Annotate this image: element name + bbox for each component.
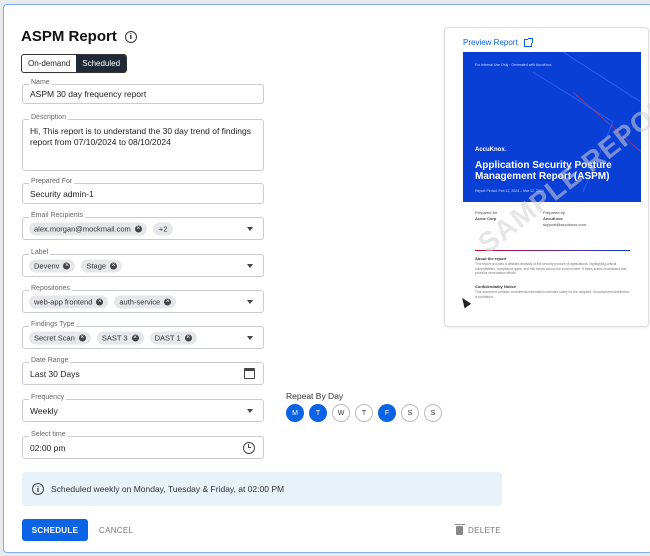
section-heading: Confidentiality Notice	[475, 284, 517, 289]
repository-chip: auth-service ✕	[114, 295, 177, 308]
cover-brand: AccuKnox.	[475, 147, 507, 153]
repository-chip-text: web-app frontend	[34, 297, 93, 306]
name-field[interactable]: Name ASPM 30 day frequency report	[22, 79, 264, 104]
page-title-text: ASPM Report	[21, 28, 117, 45]
prepared-for-field[interactable]: Prepared For Security admin-1	[22, 178, 264, 204]
name-label: Name	[29, 79, 52, 86]
chevron-down-icon[interactable]	[247, 299, 253, 304]
chip-remove-icon[interactable]: ✕	[164, 298, 172, 305]
email-recipients-label: Email Recipients	[29, 212, 86, 219]
findings-chip: Secret Scan ✕	[29, 331, 91, 344]
cancel-button[interactable]: CANCEL	[99, 519, 133, 541]
date-range-field[interactable]: Date Range Last 30 Days	[22, 357, 264, 385]
description-label: Description	[29, 114, 69, 121]
tab-on-demand[interactable]: On-demand	[22, 55, 76, 72]
day-sunday[interactable]: S	[424, 404, 442, 422]
frequency-value: Weekly	[30, 405, 58, 416]
more-recipients-chip[interactable]: +2	[152, 222, 174, 235]
day-picker: M T W T F S S	[286, 404, 442, 422]
prepared-for-label: Prepared For	[29, 178, 75, 185]
day-tuesday[interactable]: T	[309, 404, 327, 422]
trash-icon	[454, 523, 465, 535]
label-chips: Devenv ✕ Stage ✕	[29, 259, 123, 272]
chip-remove-icon[interactable]: ✕	[78, 334, 86, 341]
clock-icon[interactable]	[243, 441, 255, 454]
frequency-select[interactable]: Frequency Weekly	[22, 394, 264, 422]
findings-type-select[interactable]: Findings Type Secret Scan ✕ SAST 3 ✕ DAST …	[22, 321, 264, 349]
page-title: ASPM Report i	[21, 28, 137, 45]
chip-remove-icon[interactable]: ✕	[63, 262, 71, 269]
schedule-summary-banner: i Scheduled weekly on Monday, Tuesday & …	[22, 472, 502, 506]
repeat-by-day-label: Repeat By Day	[286, 391, 344, 401]
findings-type-label: Findings Type	[29, 321, 77, 328]
chip-remove-icon[interactable]: ✕	[110, 262, 118, 269]
select-time-field[interactable]: Select time 02:00 pm	[22, 431, 264, 459]
chevron-down-icon[interactable]	[247, 263, 253, 268]
label-chip: Devenv ✕	[29, 259, 76, 272]
meta-email: support@accuknox.com	[543, 222, 586, 227]
repository-chips: web-app frontend ✕ auth-service ✕	[29, 295, 177, 308]
email-recipients-select[interactable]: Email Recipients alex.morgan@mockmail.co…	[22, 212, 264, 240]
schedule-summary-text: Scheduled weekly on Monday, Tuesday & Fr…	[51, 484, 285, 494]
findings-chip: SAST 3 ✕	[96, 331, 144, 344]
tab-scheduled[interactable]: Scheduled	[76, 55, 127, 72]
findings-chip-text: Secret Scan	[34, 333, 75, 342]
info-icon: i	[32, 483, 44, 495]
repository-chip-text: auth-service	[119, 297, 161, 306]
report-card: ASPM Report i On-demand Scheduled Name A…	[3, 4, 650, 553]
day-monday[interactable]: M	[286, 404, 304, 422]
chip-remove-icon[interactable]: ✕	[96, 298, 104, 305]
day-thursday[interactable]: T	[355, 404, 373, 422]
repositories-select[interactable]: Repositories web-app frontend ✕ auth-serv…	[22, 285, 264, 313]
email-chip: alex.morgan@mockmail.com ✕	[29, 222, 147, 235]
findings-chip: DAST 1 ✕	[149, 331, 197, 344]
delete-label: DELETE	[468, 525, 501, 535]
delete-button[interactable]: DELETE	[454, 519, 501, 541]
description-field[interactable]: Description Hi, This report is to unders…	[22, 114, 264, 171]
preview-report-link[interactable]: Preview Report	[463, 37, 533, 47]
label-select[interactable]: Label Devenv ✕ Stage ✕	[22, 249, 264, 277]
findings-chips: Secret Scan ✕ SAST 3 ✕ DAST 1 ✕	[29, 331, 197, 344]
chevron-down-icon[interactable]	[247, 226, 253, 231]
prepared-for-value: Security admin-1	[30, 188, 94, 199]
day-friday[interactable]: F	[378, 404, 396, 422]
findings-chip-text: SAST 3	[101, 333, 128, 342]
chip-remove-icon[interactable]: ✕	[131, 334, 139, 341]
date-range-label: Date Range	[29, 357, 71, 364]
calendar-icon[interactable]	[244, 367, 255, 379]
email-chips: alex.morgan@mockmail.com ✕ +2	[29, 222, 174, 235]
chip-remove-icon[interactable]: ✕	[134, 225, 142, 232]
report-preview: Preview Report For Internal Use Only · G…	[444, 27, 650, 327]
info-icon[interactable]: i	[124, 30, 137, 43]
repository-chip: web-app frontend ✕	[29, 295, 109, 308]
external-link-icon	[523, 37, 533, 47]
date-range-value: Last 30 Days	[30, 368, 80, 379]
select-time-value: 02:00 pm	[30, 442, 66, 453]
cancel-label: CANCEL	[99, 525, 134, 535]
cover-top-text: For Internal Use Only · Generated with A…	[475, 63, 552, 67]
findings-chip-text: DAST 1	[154, 333, 181, 342]
report-mode-toggle: On-demand Scheduled	[21, 54, 128, 73]
select-time-label: Select time	[29, 431, 68, 438]
name-value: ASPM 30 day frequency report	[30, 89, 147, 99]
schedule-button[interactable]: SCHEDULE	[22, 519, 88, 541]
email-chip-text: alex.morgan@mockmail.com	[34, 224, 131, 233]
label-chip-text: Stage	[86, 261, 107, 270]
description-value: Hi, This report is to understand the 30 …	[30, 126, 251, 147]
frequency-label: Frequency	[29, 394, 67, 401]
label-chip-text: Devenv	[34, 261, 60, 270]
label-label: Label	[29, 249, 51, 256]
day-wednesday[interactable]: W	[332, 404, 350, 422]
label-chip: Stage ✕	[81, 259, 123, 272]
section-text: This document contains confidential info…	[475, 290, 630, 299]
section-text: This report provides a detailed analysis…	[475, 262, 627, 275]
chip-remove-icon[interactable]: ✕	[184, 334, 192, 341]
day-saturday[interactable]: S	[401, 404, 419, 422]
repositories-label: Repositories	[29, 285, 72, 292]
chevron-down-icon[interactable]	[247, 335, 253, 340]
chevron-down-icon[interactable]	[247, 408, 253, 413]
preview-report-label: Preview Report	[463, 38, 518, 47]
